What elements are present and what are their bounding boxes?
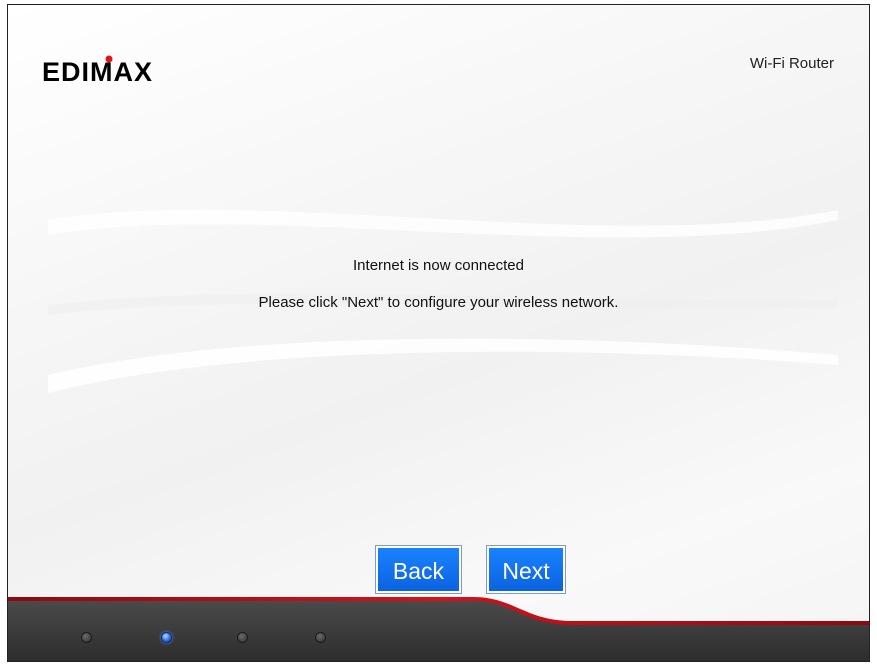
logo-dot-icon [105,55,113,63]
logo-text: EDIMAX [42,57,153,87]
setup-wizard-frame: EDIMAX Wi-Fi Router Internet is now conn… [7,4,870,662]
step-indicator-4 [315,632,326,643]
edimax-logo: EDIMAX [42,55,153,87]
instruction-text: Please click "Next" to configure your wi… [258,294,619,311]
step-indicator-3 [237,632,248,643]
back-button[interactable]: Back [376,546,461,593]
next-button[interactable]: Next [487,546,565,593]
status-message: Internet is now connected [353,257,524,274]
step-indicator-1 [81,632,92,643]
product-name: Wi-Fi Router [749,55,834,72]
step-indicator-2-active [161,632,172,643]
footer-bar [8,597,869,661]
